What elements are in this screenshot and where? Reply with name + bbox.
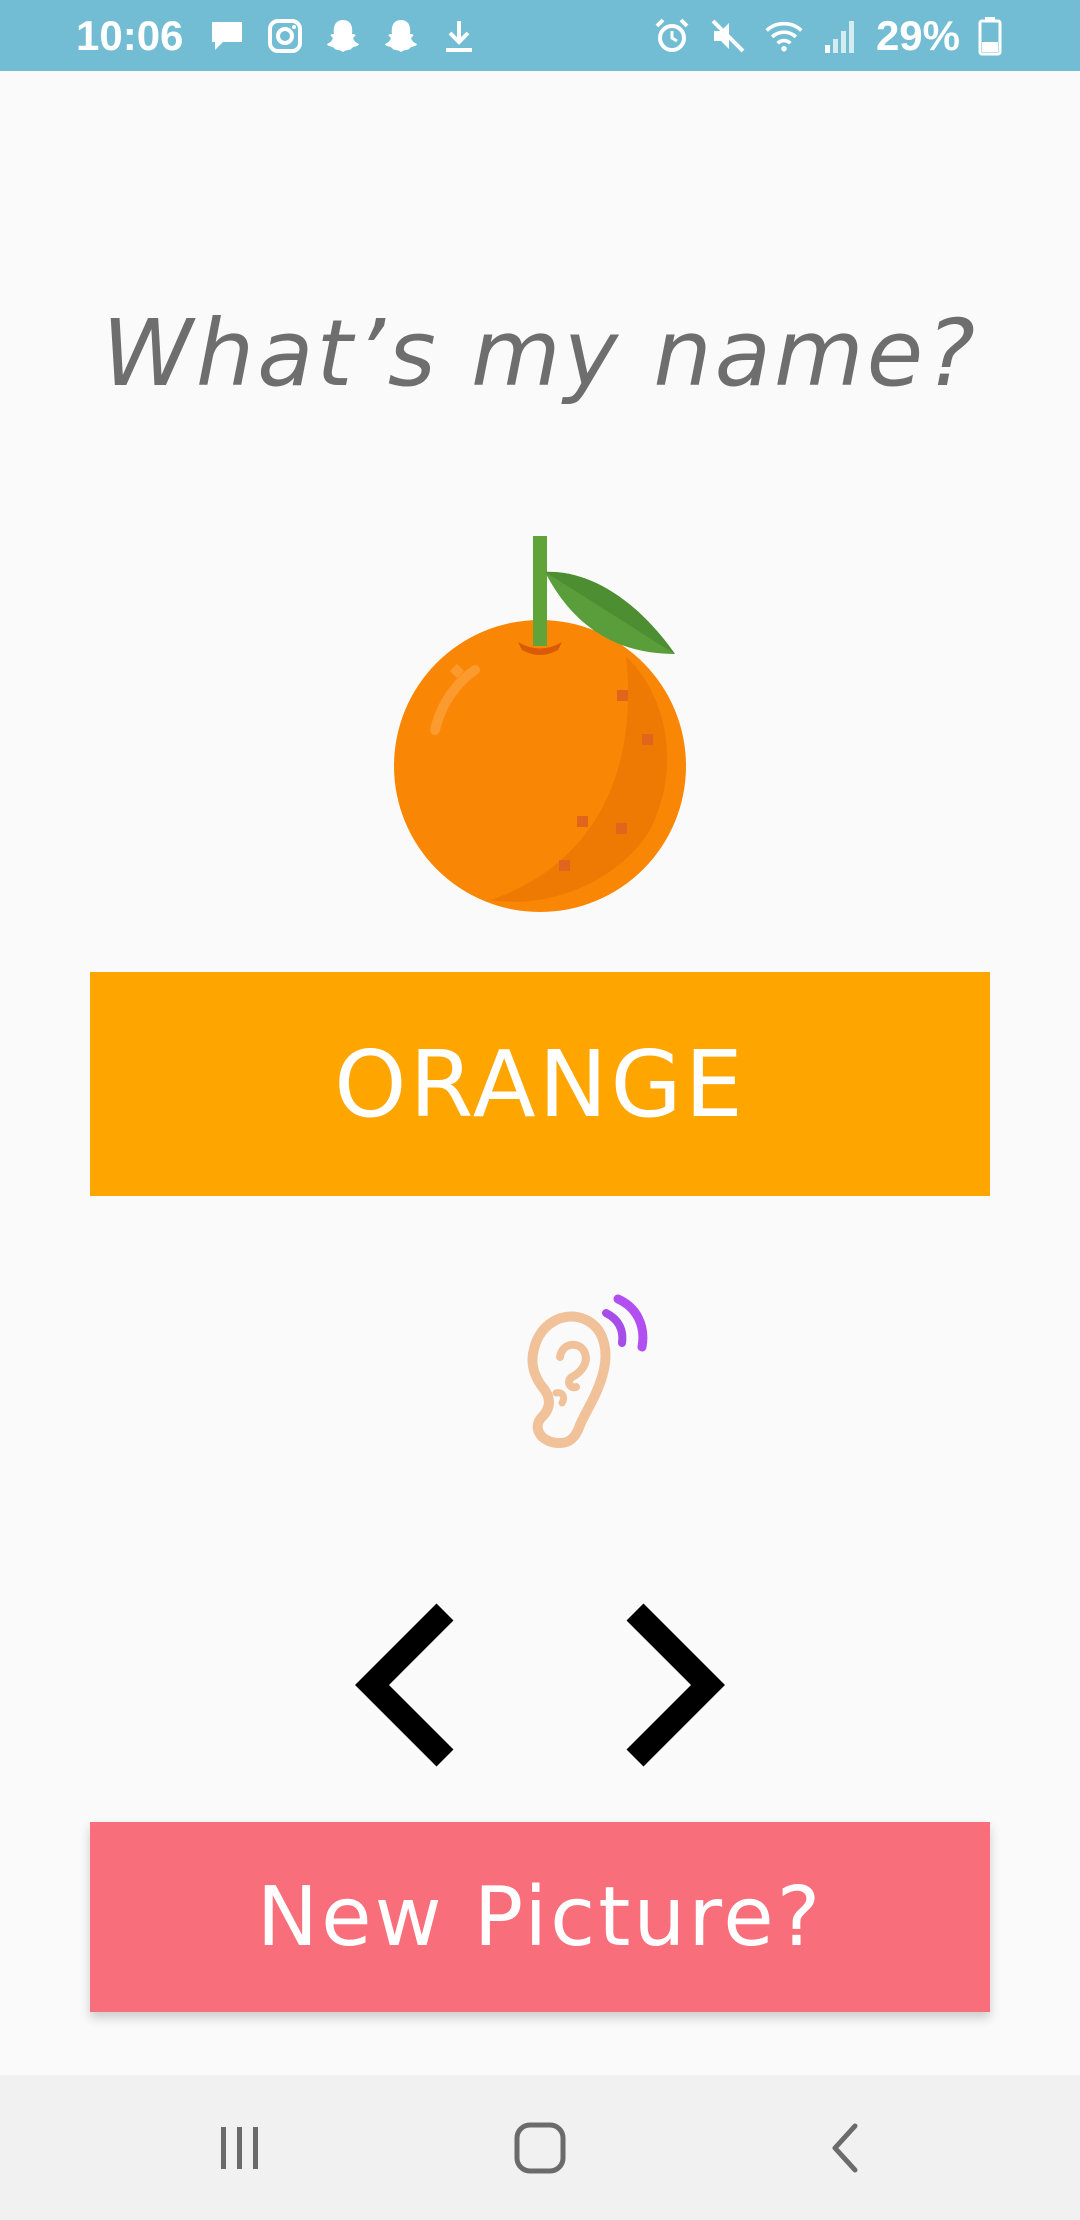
previous-button[interactable] [350, 1600, 470, 1770]
back-icon [832, 2123, 858, 2172]
fruit-name-button[interactable]: ORANGE [90, 972, 990, 1196]
recent-apps-button[interactable] [170, 2075, 310, 2220]
new-picture-button[interactable]: New Picture? [90, 1822, 990, 2012]
status-left-group: 10:06 [76, 0, 479, 71]
battery-percentage: 29% [875, 11, 960, 59]
status-time: 10:06 [76, 11, 184, 59]
navigation-bar [0, 2075, 1080, 2220]
status-bar: 10:06 29% [0, 0, 1080, 71]
ear-sound-icon [500, 1293, 650, 1457]
chevron-left-icon [355, 1603, 454, 1767]
chevron-right-icon [626, 1603, 725, 1767]
download-icon [439, 16, 479, 56]
listen-button[interactable] [490, 1290, 660, 1460]
alarm-icon [652, 16, 692, 56]
status-right-group: 29% [652, 0, 1004, 71]
home-icon [514, 2122, 566, 2173]
snapchat-icon [323, 16, 363, 56]
next-button[interactable] [610, 1600, 730, 1770]
mute-icon [708, 16, 748, 56]
home-button[interactable] [470, 2075, 610, 2220]
page-title: What’s my name? [101, 300, 979, 407]
battery-icon [976, 16, 1004, 56]
signal-icon [820, 16, 860, 56]
orange-fruit-icon [380, 530, 700, 920]
snapchat-icon [381, 16, 421, 56]
message-icon [207, 16, 247, 56]
wifi-icon [764, 16, 804, 56]
instagram-icon [265, 16, 305, 56]
recent-apps-icon [221, 2126, 258, 2169]
back-button[interactable] [775, 2075, 915, 2220]
